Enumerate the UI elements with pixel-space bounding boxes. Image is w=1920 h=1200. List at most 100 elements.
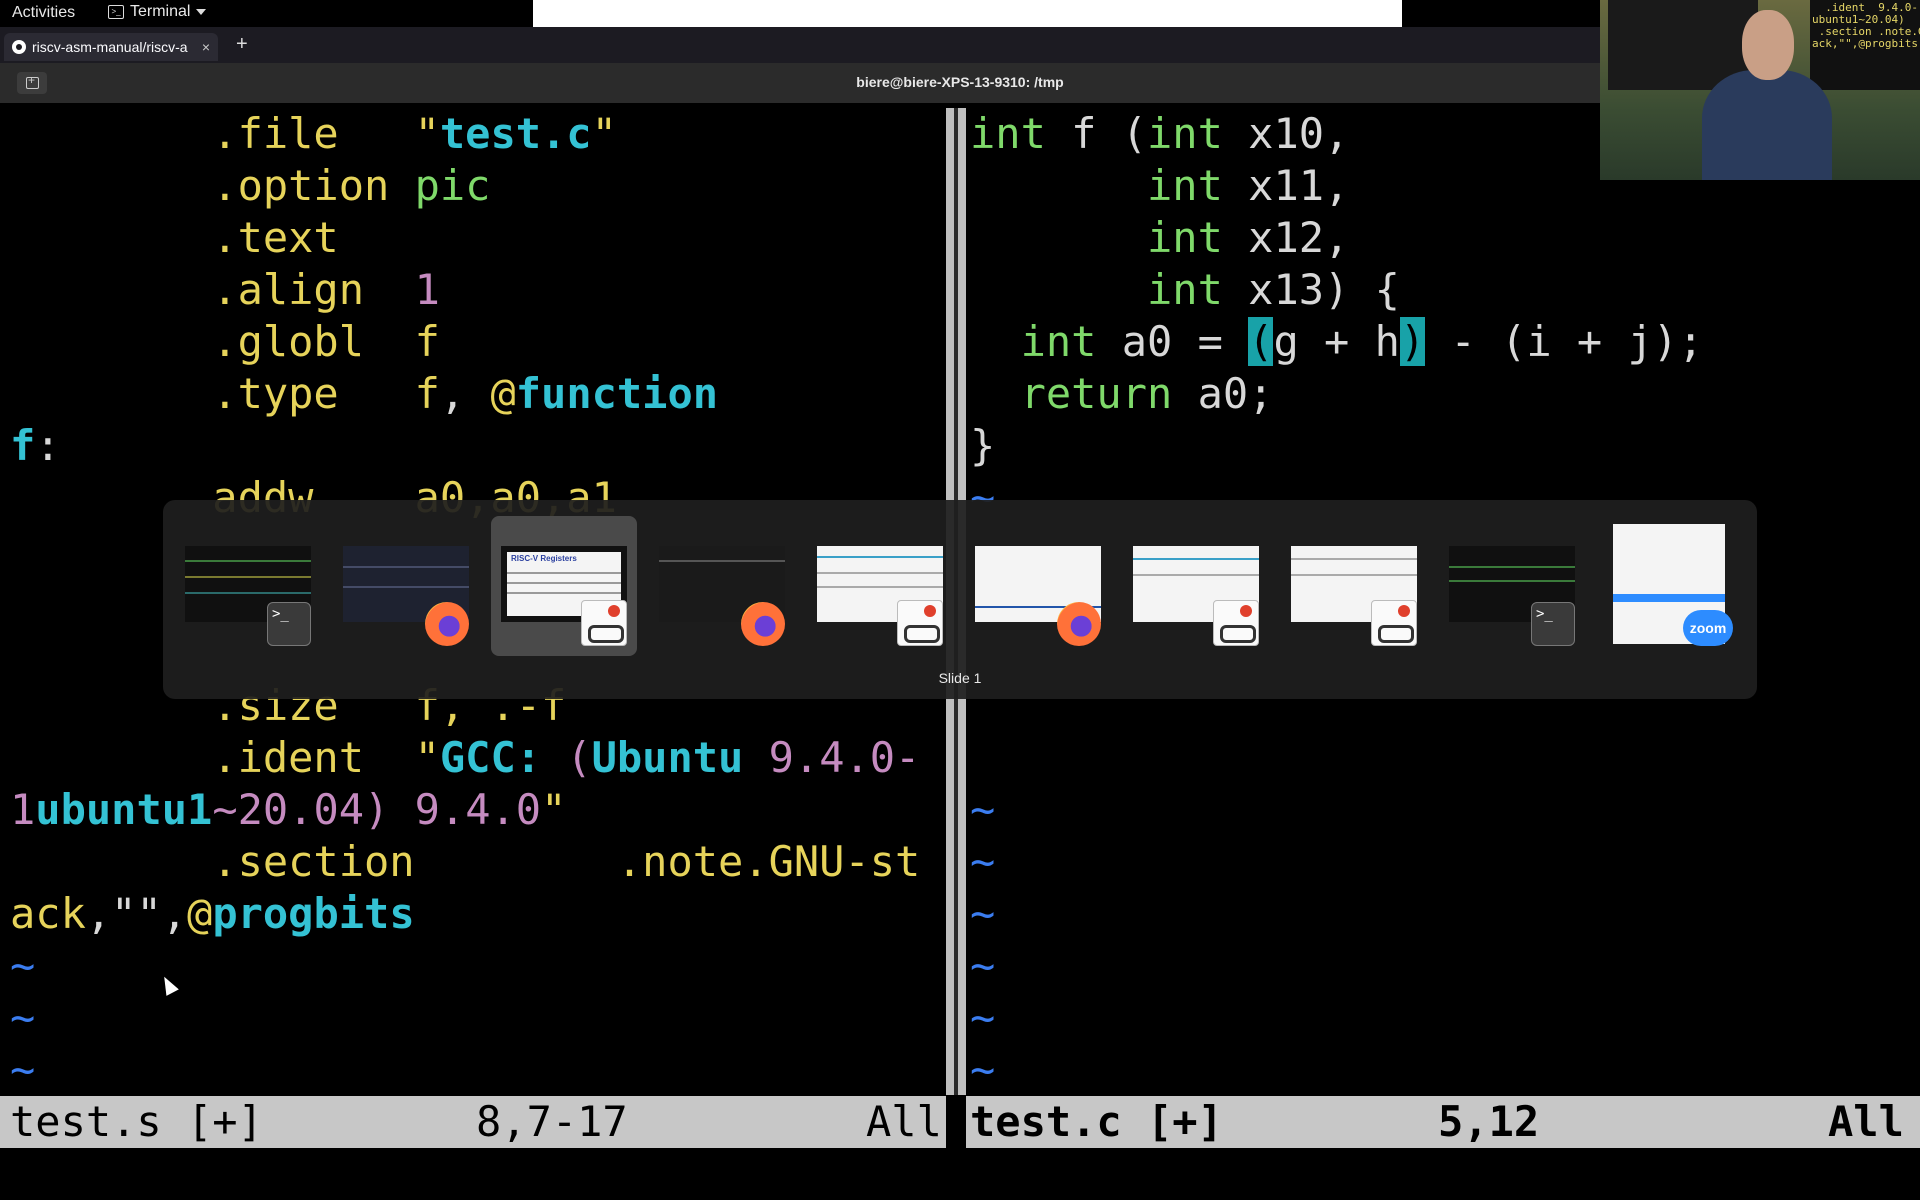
presenter-head [1742,10,1794,80]
directive: .text [10,213,339,262]
status-filename: test.s [+] [10,1097,263,1146]
browser-tab-strip: riscv-asm-manual/riscv-a × + [0,27,1600,63]
code: g + h [1273,317,1400,366]
code-line: .globl f [10,316,440,368]
preview-line [817,556,943,558]
empty-line-tilde: ~ [970,785,996,834]
browser-tab[interactable]: riscv-asm-manual/riscv-a × [4,33,218,61]
string: "" [111,889,162,938]
keyword: function [515,369,719,418]
preview-line [1291,558,1417,560]
preview-line [659,560,785,562]
preview-line [1613,594,1725,602]
type-keyword: int [970,109,1046,158]
string: Ubuntu [591,733,769,782]
app-menu-terminal[interactable]: >_ Terminal [108,3,207,21]
type-keyword: int [1147,265,1223,314]
type-keyword: int [1020,317,1097,366]
string: test.c [439,109,592,158]
directive: .section .note.GNU-st [10,837,921,886]
directive: .type [10,369,415,418]
preview-line [1449,566,1575,568]
code-line: } [970,421,996,470]
switcher-item-firefox[interactable] [333,516,479,656]
code-line: int a0 = (g + h) - (i + j); [970,316,1703,368]
code-line: .text [10,212,339,264]
switcher-item-zoom[interactable]: zoom [1597,516,1743,656]
document-viewer-icon [1371,600,1417,646]
preview-line [507,572,621,574]
code-line: ack,"",@progbits [10,888,415,940]
quote: " [414,109,440,158]
punct: , [161,889,188,938]
punct: , [439,369,491,418]
preview-line [1133,574,1259,576]
new-tab-button[interactable]: + [236,33,248,56]
status-scroll: All [1828,1097,1904,1146]
code-line: .type f, @function [10,368,718,420]
status-cursor-position: 8,7-17 [476,1097,628,1146]
keyword: return [1020,369,1173,418]
paren: ( [566,733,592,782]
switcher-item-document-viewer-selected[interactable]: RISC-V Registers [491,516,637,656]
operand: pic [414,161,491,210]
code-line: .file "test.c" [10,108,617,160]
string: ubuntu1 [35,785,213,834]
code: x10, [1222,109,1350,158]
firefox-icon [1057,602,1101,646]
preview-line [817,586,943,588]
switcher-item-document-viewer[interactable] [1281,516,1427,656]
switcher-item-firefox[interactable] [965,516,1111,656]
code: x12, [1222,213,1350,262]
document-viewer-icon [1213,600,1259,646]
code-line: 1ubuntu1~20.04) 9.4.0" [10,784,566,836]
quote: " [414,733,440,782]
switcher-item-firefox[interactable] [649,516,795,656]
number: 1 [414,265,440,314]
code-line: .align 1 [10,264,440,316]
close-tab-icon[interactable]: × [202,39,210,55]
empty-line-tilde: ~ [970,1045,996,1094]
firefox-icon [425,602,469,646]
switcher-item-terminal[interactable]: >_ [1439,516,1585,656]
preview-line [507,592,621,594]
app-menu-label: Terminal [130,3,191,20]
preview-line [817,572,943,574]
terminal-icon: >_ [1531,602,1575,646]
switcher-selected-title: Slide 1 [938,670,982,686]
matched-paren-highlight: ( [1248,317,1274,366]
empty-line-tilde: ~ [10,1045,36,1094]
type-keyword: int [1147,161,1223,210]
number: 9.4.0 [414,785,542,834]
code-line: int x13) { [970,264,1400,316]
switcher-item-document-viewer[interactable] [807,516,953,656]
operand: f [414,369,440,418]
code-line: int x11, [970,160,1349,212]
preview-line [1291,574,1417,576]
firefox-icon [741,602,785,646]
quote: " [541,785,567,834]
preview-line [1133,558,1259,560]
switcher-item-terminal[interactable]: >_ [175,516,321,656]
cursor-highlight: ) [1399,317,1426,366]
number: 9.4.0- [768,733,921,782]
paren: ) [364,785,415,834]
empty-line-tilde: ~ [970,837,996,886]
window-edge-strip [533,0,1402,27]
number: 20.04 [237,785,365,834]
string: GCC: [439,733,567,782]
code-line: .ident "GCC: (Ubuntu 9.4.0- [10,732,920,784]
github-icon [12,40,26,54]
directive: .globl [10,317,415,366]
switcher-item-document-viewer[interactable] [1123,516,1269,656]
code: f ( [1045,109,1148,158]
status-scroll: All [866,1097,942,1146]
terminal-app-icon: >_ [108,5,124,19]
code-line: .section .note.GNU-st [10,836,920,888]
operand: f [414,317,440,366]
activities-button[interactable]: Activities [12,4,75,22]
directive: .option [10,161,415,210]
status-filename: test.c [+] [970,1097,1223,1146]
